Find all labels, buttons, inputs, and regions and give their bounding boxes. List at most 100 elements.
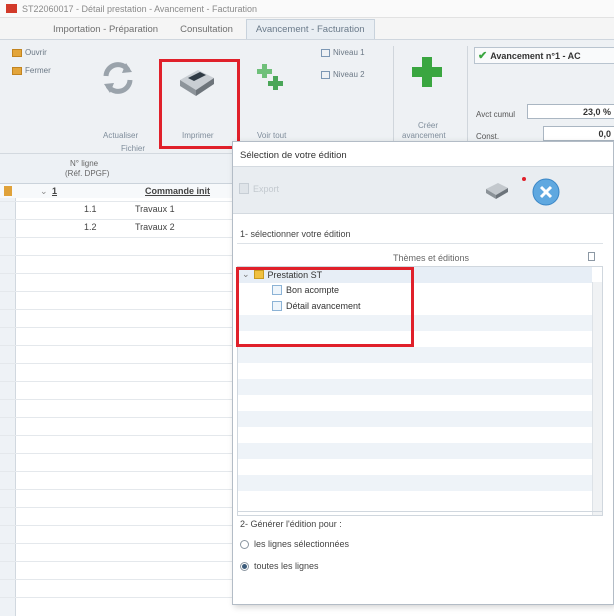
level-icon [321, 48, 330, 57]
row-divider [0, 471, 234, 472]
grid-header: N° ligne (Réf. DPGF) [0, 154, 234, 184]
row-label: Commande init [145, 186, 211, 196]
refresh-icon [103, 62, 133, 94]
niveau2-button[interactable]: Niveau 2 [321, 70, 365, 79]
notification-dot [522, 177, 526, 181]
avancement-selector[interactable]: ✔ Avancement n°1 - AC [474, 47, 614, 64]
row-divider [0, 345, 234, 346]
dialog-title: Sélection de votre édition [240, 150, 347, 161]
print-icon[interactable] [484, 179, 510, 201]
edition-selection-dialog: Sélection de votre édition Export 1- sél… [232, 141, 614, 605]
level-icon [321, 70, 330, 79]
tree-stripe [238, 411, 592, 427]
avancement-title: Avancement n°1 - AC [490, 50, 581, 61]
const-field[interactable]: 0,0 [543, 126, 614, 141]
fermer-label: Fermer [25, 66, 51, 75]
app-icon [6, 4, 17, 13]
row-number: 1.2 [84, 222, 97, 232]
niveau1-button[interactable]: Niveau 1 [321, 48, 365, 57]
col-header-line1: N° ligne [70, 159, 99, 168]
export-icon [239, 183, 249, 194]
section-divider [237, 243, 603, 244]
tab-importation-preparation[interactable]: Importation - Préparation [44, 19, 167, 39]
row-divider [0, 489, 234, 490]
const-label: Const. [476, 132, 500, 141]
tree-stripe [238, 347, 592, 363]
row-divider [0, 255, 234, 256]
step2-label: 2- Générer l'édition pour : [240, 519, 342, 529]
row-divider [0, 273, 234, 274]
niveau1-label: Niveau 1 [333, 48, 365, 57]
highlight-imprimer [159, 59, 240, 149]
table-row[interactable]: 1.1 Travaux 1 [0, 202, 234, 216]
export-label: Export [253, 183, 280, 194]
window-title: ST22060017 - Détail prestation - Avancem… [22, 3, 257, 14]
actualiser-button[interactable]: Actualiser [103, 131, 138, 140]
group-separator [393, 46, 394, 150]
row-divider [0, 525, 234, 526]
create-plus-icon [412, 57, 442, 87]
folder-open-icon [12, 48, 22, 57]
row-folder-icon [4, 186, 12, 196]
col-header-line2: (Réf. DPGF) [65, 169, 110, 178]
radio-toutes-les-lignes[interactable]: toutes les lignes [240, 561, 319, 571]
row-divider [0, 399, 234, 400]
tree-scrollbar[interactable] [592, 282, 602, 515]
ribbon-tabs: Importation - Préparation Consultation A… [0, 18, 614, 40]
row-divider [0, 291, 234, 292]
avct-cumul-label: Avct cumul [476, 110, 515, 119]
table-row[interactable]: ⌄ 1 Commande init [0, 184, 234, 198]
plus-tree-icon [257, 64, 283, 90]
tree-stripe [238, 443, 592, 459]
row-divider [0, 327, 234, 328]
row-divider [0, 237, 234, 238]
radio-label: toutes les lignes [254, 561, 319, 571]
radio-circle [240, 539, 249, 549]
ouvrir-button[interactable]: Ouvrir [12, 48, 47, 57]
row-divider [0, 561, 234, 562]
row-number: 1 [52, 186, 58, 196]
row-divider [0, 219, 234, 220]
fermer-button[interactable]: Fermer [12, 66, 51, 75]
section-divider [237, 511, 603, 512]
row-divider [0, 507, 234, 508]
close-icon[interactable] [531, 177, 561, 207]
avct-cumul-field[interactable]: 23,0 % [527, 104, 614, 119]
row-divider [0, 543, 234, 544]
row-label: Travaux 1 [135, 204, 175, 214]
title-bar: ST22060017 - Détail prestation - Avancem… [0, 0, 614, 18]
row-divider [0, 363, 234, 364]
table-row[interactable]: 1.2 Travaux 2 [0, 220, 234, 234]
creer-avancement-button[interactable]: avancement [402, 131, 446, 140]
radio-label: les lignes sélectionnées [254, 539, 350, 549]
row-divider [0, 381, 234, 382]
radio-lignes-selectionnees[interactable]: les lignes sélectionnées [240, 539, 349, 549]
ouvrir-label: Ouvrir [25, 48, 47, 57]
tab-consultation[interactable]: Consultation [171, 19, 242, 39]
expand-icon[interactable]: ⌄ [40, 186, 48, 197]
voir-tout-button[interactable]: Voir tout [257, 131, 286, 140]
row-gutter [0, 184, 16, 616]
tree-stripe [238, 475, 592, 491]
row-divider [0, 309, 234, 310]
columns-icon[interactable] [588, 252, 595, 261]
row-label: Travaux 2 [135, 222, 175, 232]
creer-label-1: Créer [418, 121, 439, 130]
tree-stripe [238, 379, 592, 395]
group-separator [467, 46, 468, 150]
row-divider [0, 435, 234, 436]
row-divider [0, 417, 234, 418]
step1-label: 1- sélectionner votre édition [240, 229, 351, 239]
tree-header: Thèmes et éditions [393, 253, 470, 263]
radio-circle-selected [240, 561, 249, 571]
fichier-group-label: Fichier [121, 144, 146, 153]
row-divider [0, 579, 234, 580]
export-button[interactable]: Export [239, 183, 279, 194]
highlight-tree [236, 267, 414, 347]
row-divider [0, 201, 234, 202]
row-number: 1.1 [84, 204, 97, 214]
row-divider [0, 453, 234, 454]
dialog-toolbar: Export [233, 166, 613, 214]
row-divider [0, 597, 234, 598]
tab-avancement-facturation[interactable]: Avancement - Facturation [245, 19, 375, 39]
